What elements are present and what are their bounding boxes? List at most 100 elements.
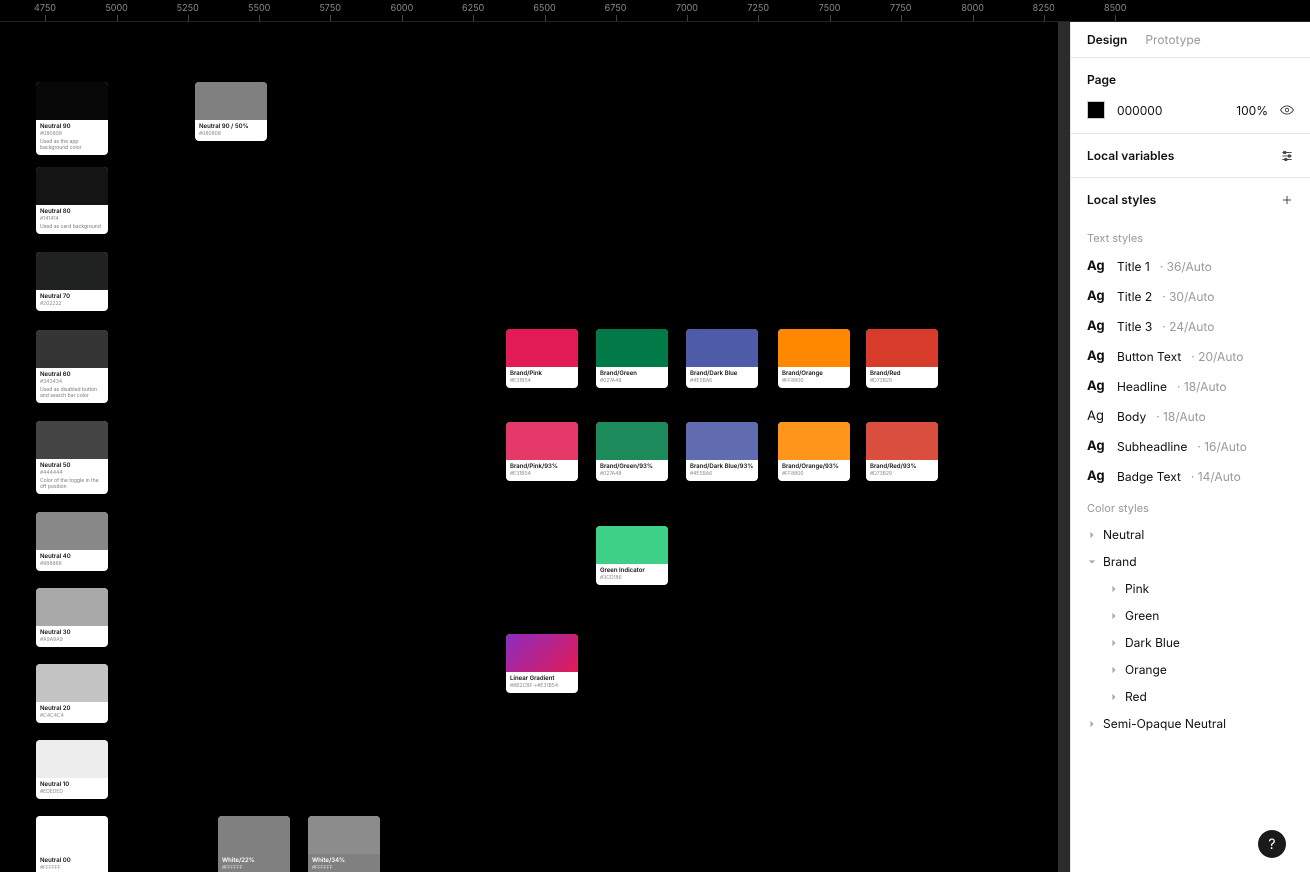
eye-icon[interactable] bbox=[1280, 103, 1294, 117]
color-swatch[interactable]: Brand/Red/93%#D73B29 bbox=[866, 422, 938, 481]
swatch-hex: #D73B29 bbox=[870, 471, 934, 477]
chevron-right-icon[interactable] bbox=[1109, 665, 1119, 675]
color-style-item[interactable]: Pink bbox=[1071, 575, 1310, 602]
swatch-name: Brand/Pink/93% bbox=[510, 463, 574, 470]
color-swatch[interactable]: Brand/Pink#E31B54 bbox=[506, 329, 578, 388]
ruler-tick: 7250 bbox=[747, 3, 769, 14]
color-style-item[interactable]: Green bbox=[1071, 602, 1310, 629]
chevron-right-icon[interactable] bbox=[1109, 584, 1119, 594]
text-style-meta: · 16/Auto bbox=[1197, 439, 1247, 454]
swatch-name: White/22% bbox=[222, 857, 286, 864]
chevron-right-icon[interactable] bbox=[1109, 611, 1119, 621]
text-style-preview: Ag bbox=[1087, 258, 1107, 274]
text-style-name: Body bbox=[1117, 409, 1146, 424]
color-swatch[interactable]: Brand/Green/93%#027A48 bbox=[596, 422, 668, 481]
chevron-right-icon[interactable] bbox=[1087, 719, 1097, 729]
color-swatch[interactable]: Neutral 80#141414Used as card background bbox=[36, 167, 108, 234]
color-swatch[interactable]: Neutral 00#FFFFFF bbox=[36, 816, 108, 872]
swatch-hex: #4E5BA6 bbox=[690, 378, 754, 384]
swatch-name: Green Indicator bbox=[600, 567, 664, 574]
color-swatch[interactable]: Green Indicator#3CD186 bbox=[596, 526, 668, 585]
text-style-item[interactable]: AgBody · 18/Auto bbox=[1071, 401, 1310, 431]
color-swatch[interactable]: Neutral 40#888888 bbox=[36, 512, 108, 571]
swatch-name: Neutral 80 bbox=[40, 208, 104, 215]
color-group[interactable]: Brand bbox=[1071, 548, 1310, 575]
swatch-hex: #080808 bbox=[199, 131, 263, 137]
color-swatch[interactable]: Brand/Green#027A48 bbox=[596, 329, 668, 388]
swatch-hex: #E31B54 bbox=[510, 378, 574, 384]
swatch-name: Brand/Dark Blue bbox=[690, 370, 754, 377]
text-style-name: Title 2 bbox=[1117, 289, 1152, 304]
swatch-hex: #EDEDED bbox=[40, 789, 104, 795]
page-section-label: Page bbox=[1071, 58, 1310, 101]
text-style-meta: · 20/Auto bbox=[1191, 349, 1243, 364]
ruler-tick: 5000 bbox=[105, 3, 128, 14]
color-swatch[interactable]: Brand/Dark Blue/93%#4E5BA6 bbox=[686, 422, 758, 481]
color-swatch[interactable]: Neutral 30#A9A9A9 bbox=[36, 588, 108, 647]
ruler-tick: 8500 bbox=[1104, 3, 1126, 14]
color-swatch[interactable]: Neutral 50#444444Color of the toggle in … bbox=[36, 421, 108, 494]
chevron-right-icon[interactable] bbox=[1087, 530, 1097, 540]
ruler-tick: 7750 bbox=[890, 3, 911, 14]
color-swatch[interactable]: Neutral 20#C4C4C4 bbox=[36, 664, 108, 723]
color-style-item[interactable]: Dark Blue bbox=[1071, 629, 1310, 656]
swatch-name: Neutral 90 / 50% bbox=[199, 123, 263, 130]
swatch-name: Brand/Red bbox=[870, 370, 934, 377]
chevron-right-icon[interactable] bbox=[1109, 638, 1119, 648]
chevron-right-icon[interactable] bbox=[1109, 692, 1119, 702]
color-style-label: Orange bbox=[1125, 662, 1167, 677]
settings-icon[interactable] bbox=[1280, 149, 1294, 163]
color-swatch[interactable]: Neutral 60#343434Used as disabled button… bbox=[36, 330, 108, 403]
color-swatch[interactable]: White/34%#FFFFFF bbox=[308, 816, 380, 872]
color-swatch[interactable]: White/22%#FFFFFF bbox=[218, 816, 290, 872]
text-style-item[interactable]: AgBadge Text · 14/Auto bbox=[1071, 461, 1310, 491]
color-swatch[interactable]: Brand/Pink/93%#E31B54 bbox=[506, 422, 578, 481]
ruler-tick: 8000 bbox=[961, 3, 984, 14]
color-group[interactable]: Semi-Opaque Neutral bbox=[1071, 710, 1310, 737]
page-background-chip[interactable] bbox=[1087, 101, 1105, 119]
text-style-item[interactable]: AgTitle 1 · 36/Auto bbox=[1071, 251, 1310, 281]
text-style-item[interactable]: AgTitle 3 · 24/Auto bbox=[1071, 311, 1310, 341]
plus-icon[interactable] bbox=[1280, 193, 1294, 207]
swatch-hex: #141414 bbox=[40, 216, 104, 222]
ruler-tick: 6250 bbox=[462, 3, 484, 14]
local-styles-label: Local styles bbox=[1087, 192, 1156, 207]
ruler-tick: 7000 bbox=[676, 3, 698, 14]
tab-design[interactable]: Design bbox=[1087, 32, 1127, 47]
color-swatch[interactable]: Brand/Dark Blue#4E5BA6 bbox=[686, 329, 758, 388]
text-styles-label: Text styles bbox=[1071, 221, 1310, 251]
color-swatch[interactable]: Neutral 90#080808Used as the app backgro… bbox=[36, 82, 108, 155]
color-swatch[interactable]: Linear Gradient#8B2CBF→#E31B54 bbox=[506, 634, 578, 693]
color-group-label: Semi-Opaque Neutral bbox=[1103, 716, 1226, 731]
color-group[interactable]: Neutral bbox=[1071, 521, 1310, 548]
swatch-name: Brand/Red/93% bbox=[870, 463, 934, 470]
color-swatch[interactable]: Neutral 90 / 50%#080808 bbox=[195, 82, 267, 141]
color-swatch[interactable]: Brand/Red#D73B29 bbox=[866, 329, 938, 388]
color-swatch[interactable]: Neutral 10#EDEDED bbox=[36, 740, 108, 799]
text-style-item[interactable]: AgHeadline · 18/Auto bbox=[1071, 371, 1310, 401]
color-style-item[interactable]: Orange bbox=[1071, 656, 1310, 683]
canvas[interactable]: Neutral 90#080808Used as the app backgro… bbox=[0, 22, 1070, 872]
color-style-item[interactable]: Red bbox=[1071, 683, 1310, 710]
swatch-name: Neutral 10 bbox=[40, 781, 104, 788]
text-style-item[interactable]: AgButton Text · 20/Auto bbox=[1071, 341, 1310, 371]
color-swatch[interactable]: Brand/Orange/93%#FF8800 bbox=[778, 422, 850, 481]
color-swatch[interactable]: Brand/Orange#FF8800 bbox=[778, 329, 850, 388]
ruler-tick: 6750 bbox=[605, 3, 627, 14]
text-style-item[interactable]: AgTitle 2 · 30/Auto bbox=[1071, 281, 1310, 311]
swatch-hex: #FF8800 bbox=[782, 471, 846, 477]
text-style-item[interactable]: AgSubheadline · 16/Auto bbox=[1071, 431, 1310, 461]
tab-prototype[interactable]: Prototype bbox=[1145, 32, 1200, 47]
chevron-down-icon[interactable] bbox=[1087, 557, 1097, 567]
text-style-meta: · 36/Auto bbox=[1160, 259, 1212, 274]
ruler-tick: 5500 bbox=[248, 3, 270, 14]
color-style-label: Pink bbox=[1125, 581, 1149, 596]
page-opacity[interactable]: 100% bbox=[1236, 103, 1268, 118]
swatch-name: Neutral 00 bbox=[40, 857, 104, 864]
page-color-hex[interactable]: 000000 bbox=[1117, 103, 1224, 118]
color-swatch[interactable]: Neutral 70#202222 bbox=[36, 252, 108, 311]
color-styles-label: Color styles bbox=[1071, 491, 1310, 521]
swatch-hex: #4E5BA6 bbox=[690, 471, 754, 477]
color-group-label: Neutral bbox=[1103, 527, 1144, 542]
help-button[interactable]: ? bbox=[1258, 830, 1286, 858]
